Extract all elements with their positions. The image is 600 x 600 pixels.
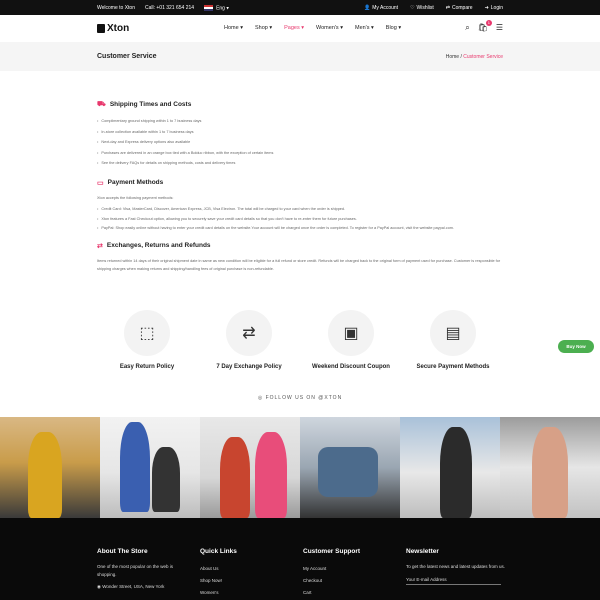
main-nav: Home ▾ Shop ▾ Pages ▾ Women's ▾ Men's ▾ … [224, 25, 401, 31]
breadcrumb-home[interactable]: Home [446, 54, 459, 60]
feature-label: Easy Return Policy [119, 364, 175, 370]
exchanges-section: ⇄ Exchanges, Returns and Refunds Items re… [97, 242, 503, 273]
shipping-section: ⛟Shipping Times and Costs Complimentary … [97, 100, 503, 169]
bag-icon [97, 24, 105, 33]
gallery-image[interactable] [0, 417, 100, 518]
list-item: In-store collection available within 1 t… [97, 127, 503, 138]
login-link[interactable]: ➜ Login [485, 5, 503, 11]
nav-pages[interactable]: Pages ▾ [284, 25, 304, 31]
site-footer: About The Store One of the most popular … [0, 518, 600, 600]
list-item: See the delivery FAQs for details on shi… [97, 158, 503, 169]
location-icon: ◉ [97, 584, 101, 589]
list-item: Purchases are delivered in an orange box… [97, 148, 503, 159]
feature-label: 7 Day Exchange Policy [216, 364, 282, 370]
footer-links-title: Quick Links [200, 548, 237, 555]
shipping-title: Shipping Times and Costs [109, 101, 192, 108]
footer-link[interactable]: Women's [200, 587, 237, 599]
nav-womens[interactable]: Women's ▾ [316, 25, 343, 31]
feature-item: ▣ Weekend Discount Coupon [301, 310, 401, 370]
footer-about: About The Store One of the most popular … [97, 548, 187, 591]
payment-title: Payment Methods [107, 179, 164, 186]
menu-icon[interactable]: ☰ [496, 23, 503, 33]
follow-us-text[interactable]: ◎ FOLLOW US ON @XTON [0, 395, 600, 401]
list-item: Credit Card: Visa, MasterCard, Discover,… [97, 204, 503, 215]
nav-home[interactable]: Home ▾ [224, 25, 243, 31]
cart-icon[interactable]: 🛍 1 [478, 20, 492, 33]
footer-link[interactable]: Shop Now! [200, 575, 237, 587]
footer-link[interactable]: My Account [303, 563, 360, 575]
page-title: Customer Service [97, 53, 157, 60]
exchange-icon: ⇄ [226, 310, 272, 356]
language-selector[interactable]: Eng ▾ [204, 5, 229, 11]
gallery-image[interactable] [300, 417, 400, 518]
footer-address: ◉ Wonder Street, USA, New York [97, 584, 165, 589]
nav-shop[interactable]: Shop ▾ [255, 25, 272, 31]
feature-label: Secure Payment Methods [416, 364, 490, 370]
card-icon: ▭ [97, 179, 104, 187]
instagram-gallery [0, 417, 600, 518]
nav-mens[interactable]: Men's ▾ [355, 25, 374, 31]
footer-link[interactable]: Cart [303, 587, 360, 599]
shuffle-icon: ⇄ [445, 5, 450, 11]
list-item: Next-day and Express delivery options al… [97, 137, 503, 148]
feature-item: ⬚ Easy Return Policy [97, 310, 197, 370]
newsletter-email-input[interactable]: Your E-mail Address [406, 577, 501, 585]
page-heading-bar: Customer Service Home / Customer Service [0, 42, 600, 71]
list-item: PayPal: Shop easily online without havin… [97, 225, 503, 232]
footer-link[interactable]: Checkout [303, 575, 360, 587]
phone-text[interactable]: Call: +01 321 654 214 [145, 5, 194, 11]
my-account-link[interactable]: 👤 My Account [364, 5, 398, 11]
breadcrumb-current: Customer Service [463, 54, 503, 60]
site-logo[interactable]: Xton [97, 23, 129, 34]
footer-newsletter-title: Newsletter [406, 548, 439, 555]
gallery-image[interactable] [100, 417, 200, 518]
instagram-icon: ◎ [257, 395, 264, 401]
gallery-image[interactable] [400, 417, 500, 518]
card-icon: ▤ [430, 310, 476, 356]
top-bar: Welcome to Xton Call: +01 321 654 214 En… [0, 0, 600, 15]
footer-support: Customer Support My Account Checkout Car… [303, 548, 360, 599]
footer-newsletter: Newsletter To get the latest news and la… [406, 548, 506, 585]
box-return-icon: ⬚ [124, 310, 170, 356]
cart-count-badge: 1 [485, 20, 492, 26]
list-item: Complimentary ground shipping within 1 t… [97, 116, 503, 127]
footer-about-text: One of the most popular on the web is sh… [97, 564, 174, 577]
footer-link[interactable]: About Us [200, 563, 237, 575]
flag-icon [204, 5, 214, 11]
footer-support-title: Customer Support [303, 548, 361, 555]
nav-blog[interactable]: Blog ▾ [386, 25, 401, 31]
footer-quick-links: Quick Links About Us Shop Now! Women's [200, 548, 237, 599]
footer-about-title: About The Store [97, 548, 148, 555]
payment-intro: Xton accepts the following payment metho… [97, 195, 174, 200]
payment-section: ▭ Payment Methods Xton accepts the follow… [97, 179, 503, 232]
compare-link[interactable]: ⇄ Compare [446, 5, 473, 11]
gallery-image[interactable] [500, 417, 600, 518]
customer-service-content: ⛟Shipping Times and Costs Complimentary … [97, 100, 503, 273]
search-icon[interactable]: ⌕ [465, 23, 469, 33]
login-icon: ➜ [484, 5, 489, 11]
user-icon: 👤 [363, 5, 371, 11]
exchanges-title: Exchanges, Returns and Refunds [106, 242, 211, 249]
footer-newsletter-text: To get the latest news and latest update… [406, 564, 506, 569]
buy-now-button[interactable]: Buy Now [558, 340, 594, 353]
exchanges-text: Items returned within 14 days of their o… [97, 258, 501, 271]
main-header: Xton Home ▾ Shop ▾ Pages ▾ Women's ▾ Men… [0, 15, 600, 42]
truck-icon: ⛟ [97, 101, 106, 108]
gallery-image[interactable] [200, 417, 300, 518]
heart-icon: ♡ [410, 5, 415, 11]
features-row: ⬚ Easy Return Policy ⇄ 7 Day Exchange Po… [97, 310, 503, 370]
feature-item: ⇄ 7 Day Exchange Policy [199, 310, 299, 370]
list-item: Xton features a Fast Checkout option, al… [97, 214, 503, 225]
exchange-icon: ⇄ [97, 242, 103, 250]
feature-item: ▤ Secure Payment Methods [403, 310, 503, 370]
wishlist-link[interactable]: ♡ Wishlist [410, 5, 434, 11]
feature-label: Weekend Discount Coupon [312, 364, 390, 370]
coupon-icon: ▣ [328, 310, 374, 356]
breadcrumb: Home / Customer Service [445, 54, 503, 60]
welcome-text: Welcome to Xton [97, 5, 135, 12]
